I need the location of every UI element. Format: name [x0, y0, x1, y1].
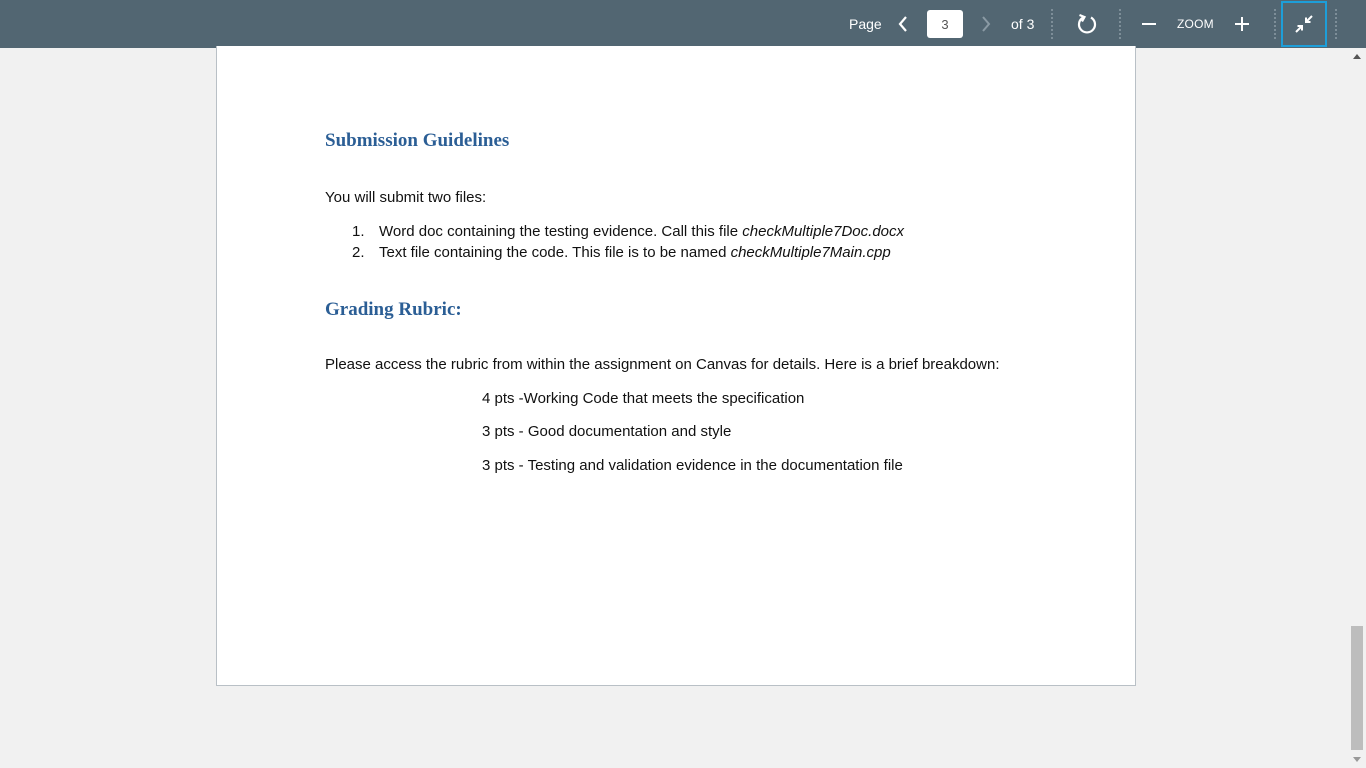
plus-icon [1235, 17, 1249, 31]
zoom-label: ZOOM [1177, 17, 1214, 31]
pdf-toolbar: Page of 3 ZOOM [0, 0, 1366, 48]
collapse-icon [1295, 15, 1313, 33]
list-number: 1. [352, 223, 365, 240]
toolbar-divider [1119, 9, 1121, 39]
grading-rubric-heading: Grading Rubric: [325, 299, 462, 320]
rubric-item: 3 pts - Good documentation and style [482, 423, 732, 440]
rubric-item: 4 pts -Working Code that meets the speci… [482, 390, 805, 407]
scrollbar-thumb[interactable] [1351, 626, 1363, 750]
zoom-in-button[interactable] [1232, 0, 1252, 48]
rubric-intro: Please access the rubric from within the… [325, 356, 1000, 373]
document-viewer: Submission Guidelines You will submit tw… [0, 46, 1366, 768]
page-number-input[interactable] [927, 10, 963, 38]
toolbar-divider [1335, 9, 1337, 39]
previous-page-button[interactable] [893, 0, 913, 48]
rubric-item: 3 pts - Testing and validation evidence … [482, 457, 903, 474]
rotate-icon [1077, 13, 1097, 34]
scroll-up-arrow-icon[interactable] [1353, 54, 1361, 59]
page-count-label: of 3 [1011, 16, 1035, 32]
list-item-text: Word doc containing the testing evidence… [379, 223, 743, 240]
page-label: Page [849, 16, 882, 32]
scroll-down-arrow-icon[interactable] [1353, 757, 1361, 762]
zoom-out-button[interactable] [1139, 0, 1159, 48]
submission-guidelines-heading: Submission Guidelines [325, 130, 510, 151]
list-number: 2. [352, 244, 365, 261]
document-page: Submission Guidelines You will submit tw… [216, 46, 1136, 686]
minus-icon [1142, 23, 1156, 25]
toolbar-divider [1274, 9, 1276, 39]
vertical-scrollbar[interactable] [1349, 48, 1366, 768]
next-page-button[interactable] [976, 0, 996, 48]
chevron-right-icon [982, 16, 991, 32]
list-item-text: Text file containing the code. This file… [379, 244, 731, 261]
list-item: Word doc containing the testing evidence… [379, 223, 904, 240]
file-name: checkMultiple7Main.cpp [730, 244, 891, 261]
rotate-button[interactable] [1074, 0, 1100, 48]
exit-fullscreen-button[interactable] [1281, 1, 1327, 47]
list-item: Text file containing the code. This file… [379, 244, 891, 261]
chevron-left-icon [898, 16, 907, 32]
file-name: checkMultiple7Doc.docx [742, 223, 905, 240]
toolbar-divider [1051, 9, 1053, 39]
intro-text: You will submit two files: [325, 189, 487, 206]
